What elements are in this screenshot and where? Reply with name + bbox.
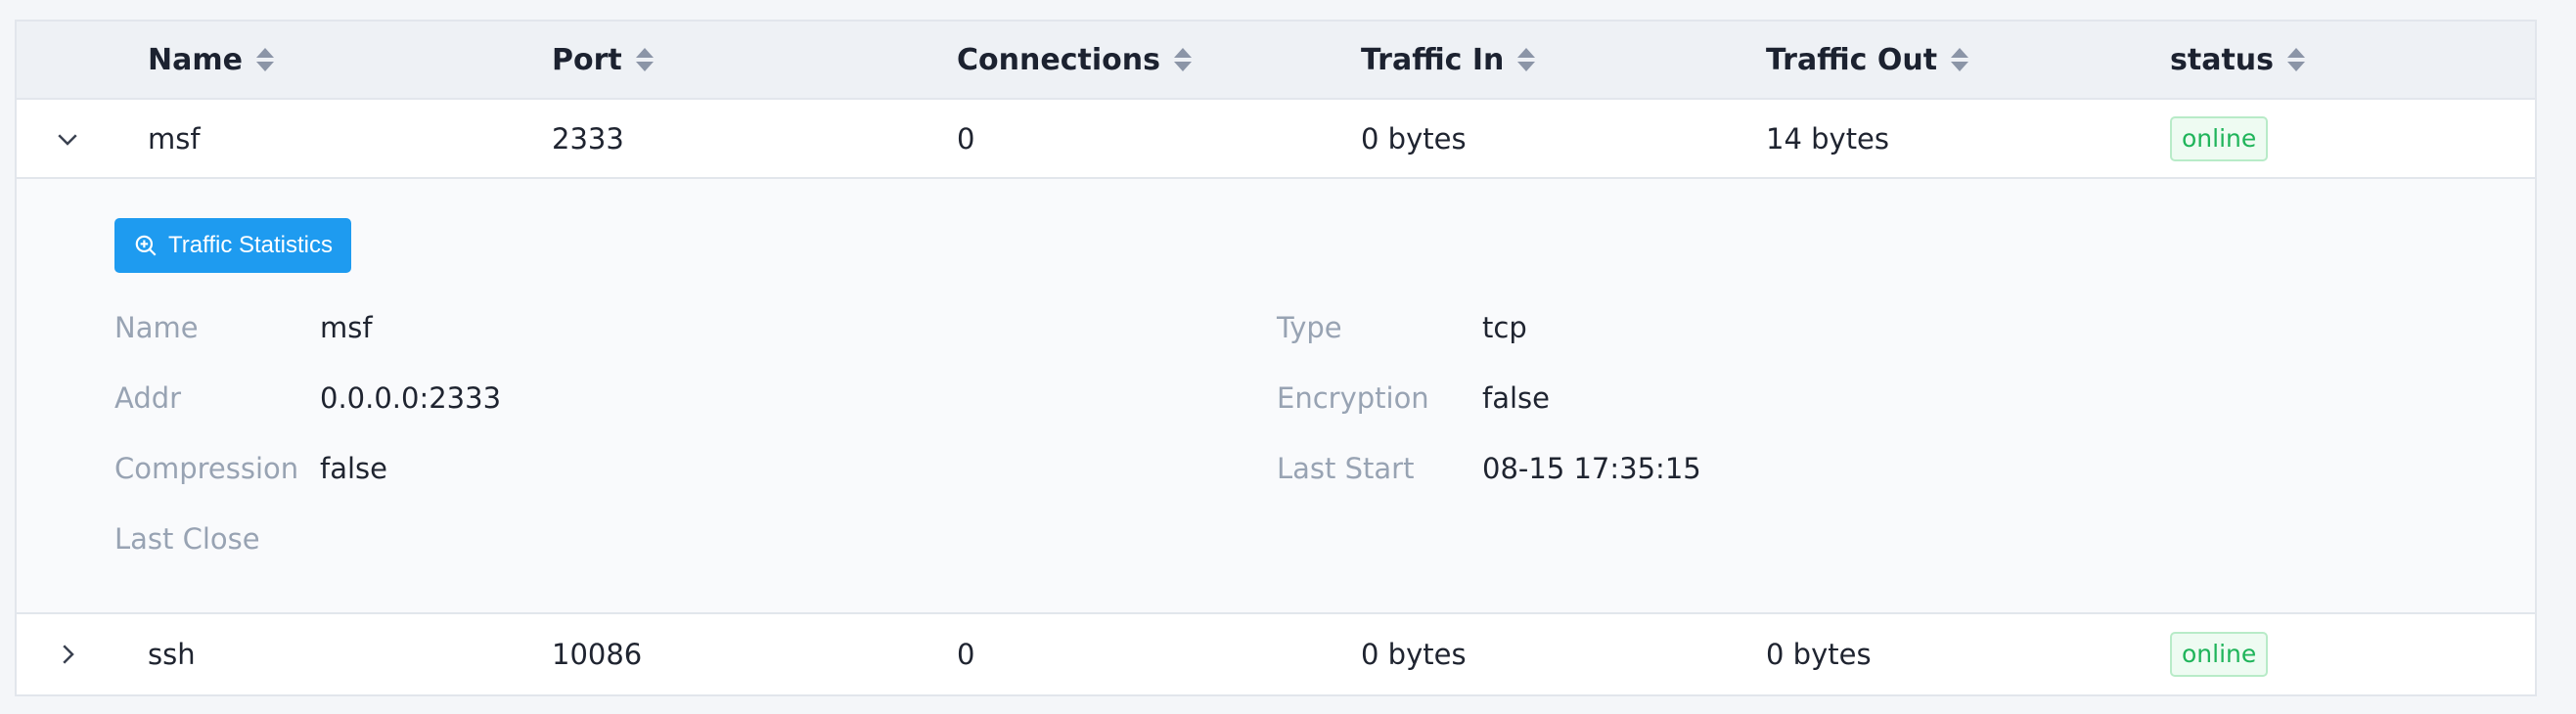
sort-icon[interactable] xyxy=(635,48,654,71)
sort-icon[interactable] xyxy=(2287,48,2305,71)
proxy-table: Name Port Connections Traffic In Traffic… xyxy=(15,20,2537,696)
cell-traffic-in: 0 bytes xyxy=(1361,121,1467,156)
column-header-label: Traffic In xyxy=(1361,42,1505,77)
detail-label: Name xyxy=(114,311,199,344)
detail-value: false xyxy=(1482,381,1550,415)
detail-label: Encryption xyxy=(1277,381,1429,415)
column-header-label: Connections xyxy=(957,42,1160,77)
status-badge: online xyxy=(2170,631,2269,677)
table-header: Name Port Connections Traffic In Traffic… xyxy=(17,22,2535,100)
cell-traffic-out: 0 bytes xyxy=(1766,637,1872,671)
cell-name: msf xyxy=(148,121,201,156)
traffic-statistics-button[interactable]: Traffic Statistics xyxy=(114,218,351,273)
detail-value: false xyxy=(320,452,387,485)
sort-icon[interactable] xyxy=(1173,48,1192,71)
detail-label: Last Close xyxy=(114,522,260,556)
detail-value: tcp xyxy=(1482,311,1527,344)
status-badge: online xyxy=(2170,115,2269,161)
cell-name: ssh xyxy=(148,637,196,671)
row-detail-panel: Traffic Statistics Name msf Type tcp Add… xyxy=(17,179,2535,614)
column-header-port[interactable]: Port xyxy=(552,22,654,98)
cell-port: 10086 xyxy=(552,637,643,671)
cell-traffic-out: 14 bytes xyxy=(1766,121,1890,156)
table-row[interactable]: ssh 10086 0 0 bytes 0 bytes online xyxy=(17,614,2535,693)
cell-connections: 0 xyxy=(957,121,975,156)
detail-value: msf xyxy=(320,311,373,344)
sort-icon[interactable] xyxy=(1951,48,1969,71)
detail-label: Type xyxy=(1277,311,1342,344)
zoom-in-icon xyxy=(135,235,157,256)
column-header-status[interactable]: status xyxy=(2170,22,2305,98)
column-header-traffic-out[interactable]: Traffic Out xyxy=(1766,22,1969,98)
column-header-label: Traffic Out xyxy=(1766,42,1938,77)
cell-status: online xyxy=(2170,100,2269,177)
column-header-label: status xyxy=(2170,42,2274,77)
cell-traffic-in: 0 bytes xyxy=(1361,637,1467,671)
detail-label: Addr xyxy=(114,381,182,415)
sort-icon[interactable] xyxy=(1517,48,1536,71)
detail-value: 08-15 17:35:15 xyxy=(1482,452,1701,485)
detail-label: Last Start xyxy=(1277,452,1415,485)
cell-port: 2333 xyxy=(552,121,624,156)
cell-status: online xyxy=(2170,614,2269,693)
chevron-down-icon[interactable] xyxy=(48,100,87,177)
detail-value: 0.0.0.0:2333 xyxy=(320,381,502,415)
cell-connections: 0 xyxy=(957,637,975,671)
chevron-right-icon[interactable] xyxy=(48,614,87,693)
column-header-name[interactable]: Name xyxy=(148,22,274,98)
column-header-label: Port xyxy=(552,42,622,77)
column-header-label: Name xyxy=(148,42,243,77)
detail-label: Compression xyxy=(114,452,299,485)
column-header-connections[interactable]: Connections xyxy=(957,22,1192,98)
sort-icon[interactable] xyxy=(255,48,274,71)
table-row[interactable]: msf 2333 0 0 bytes 14 bytes online xyxy=(17,100,2535,179)
traffic-statistics-label: Traffic Statistics xyxy=(167,232,334,258)
column-header-traffic-in[interactable]: Traffic In xyxy=(1361,22,1536,98)
